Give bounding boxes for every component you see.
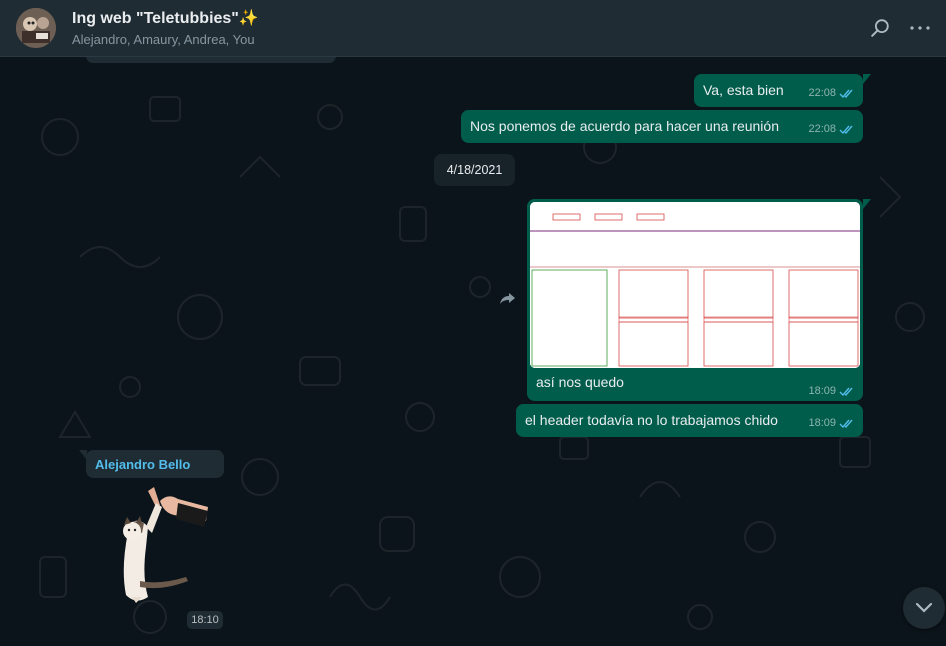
scroll-to-bottom-button[interactable]: [903, 587, 945, 629]
cat-high-five-sticker[interactable]: [110, 481, 210, 609]
image-caption: así nos quedo: [536, 374, 624, 390]
message-meta: 22:08: [808, 120, 855, 139]
more-options-button[interactable]: [908, 16, 932, 40]
wireframe-preview: [530, 202, 860, 368]
message-text: Va, esta bien: [703, 82, 784, 98]
conversation-panel[interactable]: Va, esta bien 22:08 Nos ponemos de acuer…: [0, 57, 946, 646]
chat-title-text: Ing web "Teletubbies": [72, 10, 239, 27]
group-avatar[interactable]: [16, 8, 56, 48]
sender-name[interactable]: Alejandro Bello: [95, 457, 190, 472]
forward-icon: [500, 293, 515, 304]
layout-screenshot-image[interactable]: [530, 202, 860, 368]
double-check-icon: [839, 124, 855, 135]
search-button[interactable]: [868, 16, 892, 40]
outgoing-message[interactable]: Va, esta bien 22:08: [694, 74, 871, 107]
image-message[interactable]: así nos quedo 18:09: [527, 199, 871, 401]
outgoing-message[interactable]: el header todavía no lo trabajamos chido…: [516, 404, 863, 437]
double-check-icon: [839, 418, 855, 429]
date-divider: 4/18/2021: [434, 154, 515, 186]
double-check-icon: [839, 88, 855, 99]
message-time: 18:09: [808, 385, 836, 397]
message-time: 22:08: [808, 87, 836, 99]
sticker-time: 18:10: [187, 611, 223, 629]
message-meta: 22:08: [808, 84, 855, 103]
message-meta: 18:09: [808, 414, 855, 433]
chat-title-block[interactable]: Ing web "Teletubbies"✨ Alejandro, Amaury…: [72, 9, 259, 47]
chevron-down-icon: [915, 602, 933, 613]
message-text: Nos ponemos de acuerdo para hacer una re…: [470, 118, 779, 134]
message-text: el header todavía no lo trabajamos chido: [525, 412, 778, 428]
sparkles-icon: ✨: [238, 10, 259, 27]
double-check-icon: [839, 386, 855, 397]
search-icon: [871, 19, 889, 37]
message-time: 18:09: [808, 417, 836, 429]
message-time: 22:08: [808, 123, 836, 135]
previous-message-edge: [86, 57, 336, 63]
chat-title: Ing web "Teletubbies"✨: [72, 9, 259, 29]
incoming-sender-label[interactable]: Alejandro Bello: [79, 450, 224, 478]
more-options-icon: [910, 26, 930, 30]
participants-list: Alejandro, Amaury, Andrea, You: [72, 32, 255, 47]
chat-header[interactable]: Ing web "Teletubbies"✨ Alejandro, Amaury…: [0, 0, 946, 57]
message-meta: 18:09: [808, 385, 855, 397]
outgoing-message[interactable]: Nos ponemos de acuerdo para hacer una re…: [461, 110, 863, 143]
forward-button[interactable]: [495, 286, 521, 312]
